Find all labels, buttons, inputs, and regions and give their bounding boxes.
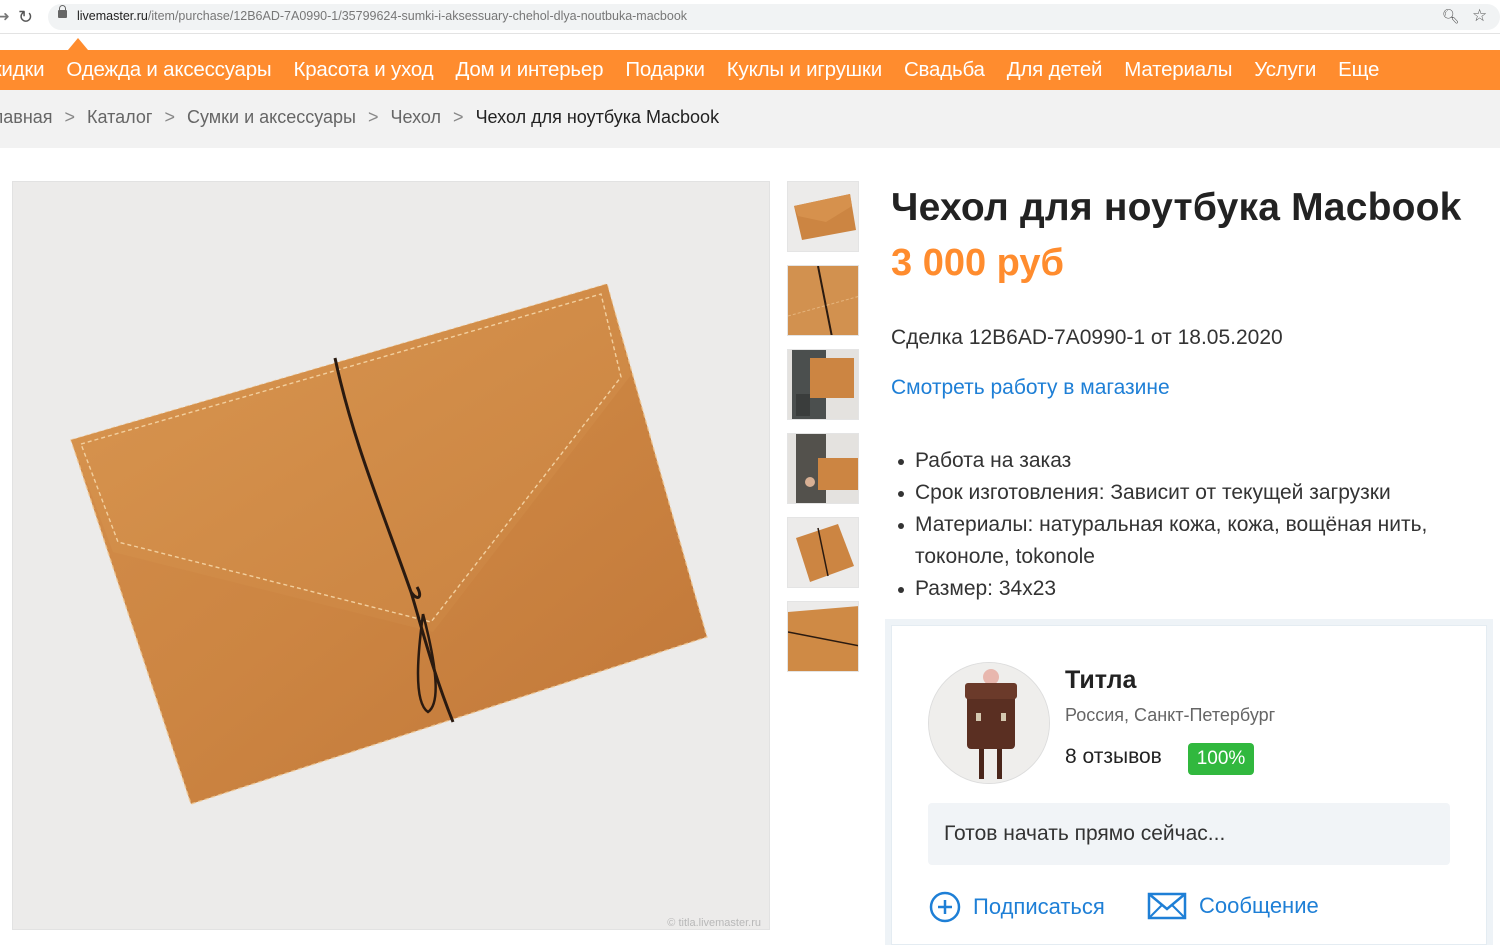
browser-toolbar: ➜ ↻ livemaster.ru/item/purchase/12B6AD-7… [0,0,1500,34]
property-materials: Материалы: натуральная кожа, кожа, вощён… [898,509,1485,573]
lock-icon[interactable] [58,5,67,18]
breadcrumb: Главная > Каталог > Сумки и аксессуары >… [0,90,1500,148]
thumbnail-2[interactable] [787,265,859,336]
plus-circle-icon [929,891,961,923]
subscribe-button[interactable]: Подписаться [929,891,1105,923]
backpack-avatar-image [929,663,1049,783]
seller-status: Готов начать прямо сейчас... [928,803,1450,865]
breadcrumb-separator: > [64,107,76,127]
breadcrumb-separator: > [164,107,175,127]
category-nav: Скидки Одежда и аксессуары Красота и ухо… [0,50,1500,90]
product-main-image[interactable]: © titla.livemaster.ru [12,181,770,930]
nav-item-gifts[interactable]: Подарки [625,58,705,82]
nav-item-wedding[interactable]: Свадьба [904,58,985,82]
rating-badge: 100% [1188,743,1254,775]
nav-item-kids[interactable]: Для детей [1007,58,1103,82]
property-made-to-order: Работа на заказ [898,445,1485,477]
zoom-icon[interactable]: 🔍︎ [1442,8,1460,25]
seller-avatar[interactable] [928,662,1050,784]
nav-item-materials[interactable]: Материалы [1124,58,1232,82]
breadcrumb-bags[interactable]: Сумки и аксессуары [187,107,356,128]
thumbnail-6[interactable] [787,601,859,672]
product-price: 3 000 руб [891,242,1064,284]
thumbnail-3[interactable] [787,349,859,420]
breadcrumb-home[interactable]: Главная [0,107,53,128]
nav-item-services[interactable]: Услуги [1254,58,1316,82]
breadcrumb-catalog[interactable]: Каталог [87,107,152,128]
nav-pointer [68,38,88,50]
property-lead-time: Срок изготовления: Зависит от текущей за… [898,477,1485,509]
leather-case-illustration [70,283,708,805]
seller-reviews[interactable]: 8 отзывов [1065,745,1162,769]
reload-icon[interactable]: ↻ [18,7,33,28]
seller-location: Россия, Санкт-Петербург [1065,705,1276,725]
property-size: Размер: 34x23 [898,573,1485,605]
nav-item-clothing[interactable]: Одежда и аксессуары [66,58,271,82]
message-button[interactable]: Сообщение [1147,891,1319,921]
thumbnail-1[interactable] [787,181,859,252]
url-host: livemaster.ru [77,9,148,23]
nav-item-more[interactable]: Еще [1338,58,1379,82]
breadcrumb-separator: > [453,107,464,127]
nav-item-sale[interactable]: Скидки [0,58,45,82]
thumbnail-4[interactable] [787,433,859,504]
url-path: /item/purchase/12B6AD-7A0990-1/35799624-… [147,9,688,23]
breadcrumb-separator: > [368,107,379,127]
breadcrumb-current: Чехол для ноутбука Macbook [475,107,720,127]
thumbnail-5[interactable] [787,517,859,588]
seller-name[interactable]: Титла [1065,666,1136,695]
envelope-icon [1147,892,1187,920]
star-icon[interactable]: ☆ [1472,6,1487,26]
subscribe-label: Подписаться [973,894,1105,919]
product-properties: Работа на заказ Срок изготовления: Завис… [898,445,1485,605]
url-text[interactable]: livemaster.ru/item/purchase/12B6AD-7A099… [77,9,687,23]
image-watermark: © titla.livemaster.ru [667,917,761,929]
nav-item-home[interactable]: Дом и интерьер [455,58,603,82]
back-arrow-icon[interactable]: ➜ [0,8,10,25]
product-title: Чехол для ноутбука Macbook [891,186,1462,229]
message-label: Сообщение [1199,893,1319,918]
nav-item-dolls[interactable]: Куклы и игрушки [727,58,882,82]
breadcrumb-case[interactable]: Чехол [391,107,442,128]
nav-item-beauty[interactable]: Красота и уход [293,58,433,82]
deal-info: Сделка 12B6AD-7A0990-1 от 18.05.2020 [891,326,1283,349]
thumbnail-strip [787,181,859,685]
view-in-shop-link[interactable]: Смотреть работу в магазине [891,376,1170,400]
seller-card: Титла Россия, Санкт-Петербург 8 отзывов … [891,625,1487,945]
